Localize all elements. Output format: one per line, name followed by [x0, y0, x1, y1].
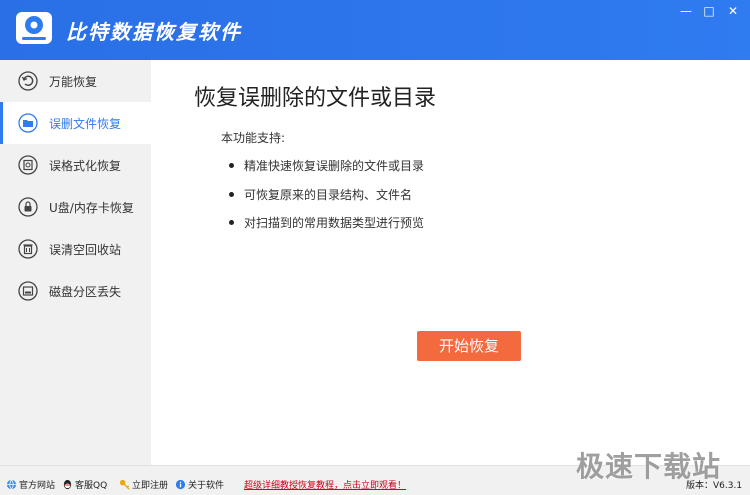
customer-qq-link[interactable]: 客服QQ	[62, 479, 107, 493]
sidebar-item-label: 误清空回收站	[49, 243, 122, 257]
partition-icon	[18, 281, 38, 301]
feature-item: 对扫描到的常用数据类型进行预览	[229, 214, 424, 231]
minimize-button[interactable]: —	[676, 4, 696, 18]
undo-icon	[18, 71, 38, 91]
link-label: 关于软件	[188, 481, 225, 491]
close-button[interactable]: ✕	[723, 4, 743, 18]
page-title: 恢复误删除的文件或目录	[194, 86, 437, 111]
qq-icon	[63, 479, 72, 490]
bullet-icon	[229, 163, 234, 168]
usb-lock-icon	[18, 197, 38, 217]
trash-icon	[18, 239, 38, 259]
bullet-icon	[229, 220, 234, 225]
sidebar-item-label: 误删文件恢复	[49, 117, 122, 131]
link-label: 客服QQ	[75, 481, 108, 491]
official-site-link[interactable]: 官方网站	[6, 479, 55, 493]
app-logo-icon	[16, 12, 52, 44]
sidebar-item-deleted-files[interactable]: 误删文件恢复	[0, 102, 151, 144]
app-title: 比特数据恢复软件	[66, 20, 242, 44]
feature-item: 精准快速恢复误删除的文件或目录	[229, 157, 424, 174]
sidebar-item-universal-recovery[interactable]: 万能恢复	[0, 60, 151, 102]
sidebar-item-label: 误格式化恢复	[49, 159, 122, 173]
start-recovery-button[interactable]: 开始恢复	[417, 331, 521, 361]
site-watermark: 极速下载站	[576, 450, 722, 483]
maximize-button[interactable]: □	[699, 4, 719, 18]
feature-text: 对扫描到的常用数据类型进行预览	[244, 216, 425, 230]
feature-item: 可恢复原来的目录结构、文件名	[229, 186, 412, 203]
link-label: 官方网站	[19, 481, 56, 491]
feature-intro: 本功能支持:	[221, 131, 286, 145]
sidebar-item-label: U盘/内存卡恢复	[49, 201, 134, 215]
sidebar-item-format-recovery[interactable]: 误格式化恢复	[0, 144, 151, 186]
link-label: 立即注册	[132, 481, 169, 491]
sidebar-item-partition-lost[interactable]: 磁盘分区丢失	[0, 270, 151, 312]
tutorial-promo-link[interactable]: 超级详细教授恢复教程，点击立即观看！	[244, 479, 406, 493]
sidebar-item-recycle-bin[interactable]: 误清空回收站	[0, 228, 151, 270]
sidebar-item-usb-recovery[interactable]: U盘/内存卡恢复	[0, 186, 151, 228]
feature-text: 精准快速恢复误删除的文件或目录	[244, 159, 425, 173]
folder-icon	[18, 113, 38, 133]
key-icon	[119, 479, 130, 490]
sidebar-item-label: 万能恢复	[49, 75, 98, 89]
bullet-icon	[229, 192, 234, 197]
info-icon	[175, 479, 186, 490]
disk-format-icon	[18, 155, 38, 175]
main-panel: 恢复误删除的文件或目录 本功能支持: 精准快速恢复误删除的文件或目录 可恢复原来…	[151, 60, 750, 465]
about-link[interactable]: 关于软件	[175, 479, 224, 493]
sidebar-item-label: 磁盘分区丢失	[49, 285, 122, 299]
title-bar: 比特数据恢复软件 — □ ✕	[0, 0, 750, 60]
globe-icon	[6, 479, 17, 490]
register-link[interactable]: 立即注册	[119, 479, 168, 493]
feature-text: 可恢复原来的目录结构、文件名	[244, 188, 413, 202]
sidebar: 万能恢复 误删文件恢复 误格式化恢复 U盘/内存卡恢复 误清空回收站 磁盘分区丢…	[0, 60, 151, 465]
